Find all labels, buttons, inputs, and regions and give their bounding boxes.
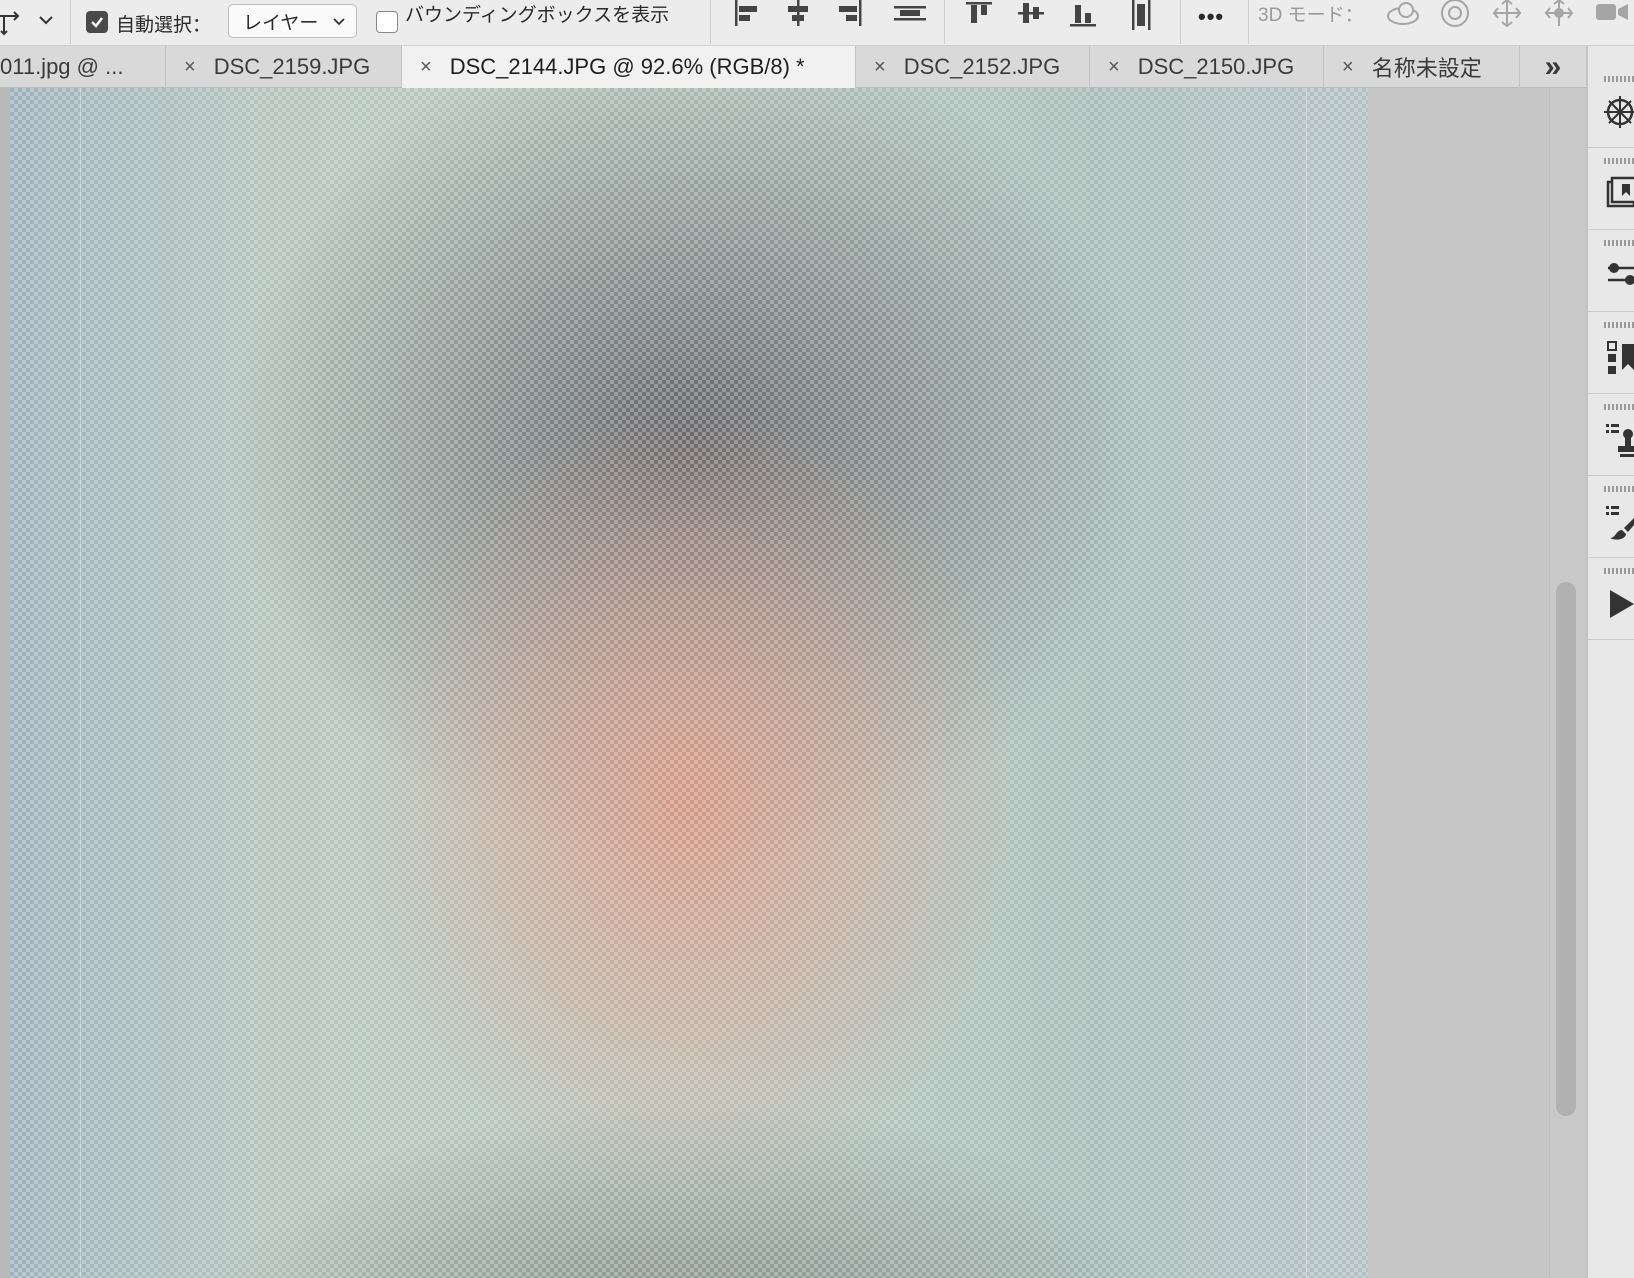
vertical-scrollbar-thumb[interactable]	[1556, 582, 1576, 1116]
close-icon[interactable]: ×	[1342, 56, 1354, 79]
divider	[1180, 0, 1181, 44]
3d-slide-icon[interactable]	[1542, 0, 1576, 34]
distribute-horizontal-icon[interactable]	[1128, 0, 1156, 36]
align-left-icon[interactable]	[732, 0, 760, 34]
move-tool-icon[interactable]	[0, 6, 22, 38]
align-bottom-icon[interactable]	[1070, 0, 1098, 34]
close-icon[interactable]: ×	[420, 56, 432, 79]
layer-select-value: レイヤー	[243, 12, 319, 34]
divider	[944, 0, 945, 44]
document-tab-bar: 011.jpg @ ... × DSC_2159.JPG × DSC_2144.…	[0, 46, 1634, 88]
more-options-button[interactable]: •••	[1198, 4, 1224, 30]
panel-grip-icon[interactable]	[1604, 404, 1634, 410]
close-icon[interactable]: ×	[1108, 56, 1120, 79]
close-icon[interactable]: ×	[184, 56, 196, 79]
canvas-left-edge	[0, 88, 10, 1278]
panel-group	[1588, 560, 1634, 640]
tab-label: 名称未設定	[1371, 56, 1482, 81]
3d-camera-icon[interactable]	[1594, 0, 1634, 34]
tab-document-5[interactable]: × DSC_2150.JPG	[1090, 46, 1324, 88]
tab-document-active[interactable]: × DSC_2144.JPG @ 92.6% (RGB/8) *	[402, 46, 856, 88]
panel-grip-icon[interactable]	[1604, 486, 1634, 492]
divider	[70, 0, 71, 44]
checkbox-checked-icon	[86, 11, 108, 33]
distribute-vertical-icon[interactable]	[894, 0, 926, 34]
canvas-workspace[interactable]	[0, 88, 1588, 1278]
panel-grip-icon[interactable]	[1604, 76, 1634, 82]
3d-roll-icon[interactable]	[1438, 0, 1472, 34]
auto-select-checkbox[interactable]	[86, 11, 108, 33]
panel-group	[1588, 232, 1634, 312]
align-vertical-center-icon[interactable]	[1018, 0, 1046, 34]
tab-document-6[interactable]: × 名称未設定	[1324, 46, 1520, 88]
close-icon[interactable]: ×	[874, 56, 886, 79]
panel-grip-icon[interactable]	[1604, 568, 1634, 574]
3d-orbit-icon[interactable]	[1384, 0, 1422, 34]
panel-group	[1588, 314, 1634, 394]
auto-select-label: 自動選択：	[116, 15, 212, 36]
tab-document-1[interactable]: 011.jpg @ ...	[0, 46, 166, 88]
tab-document-2[interactable]: × DSC_2159.JPG	[166, 46, 402, 88]
tab-label: DSC_2152.JPG	[903, 54, 1061, 79]
layer-select[interactable]: レイヤー	[228, 4, 358, 38]
3d-mode-label: 3D モード：	[1258, 5, 1364, 26]
tab-label: DSC_2159.JPG	[213, 54, 371, 79]
properties-icon[interactable]	[1594, 340, 1634, 385]
brush-presets-icon[interactable]	[1594, 504, 1634, 549]
panel-group	[1588, 396, 1634, 476]
adjustments-icon[interactable]	[1594, 258, 1634, 303]
panel-group	[1588, 478, 1634, 558]
3d-pan-icon[interactable]	[1490, 0, 1524, 34]
options-bar: 自動選択： レイヤー バウンディングボックスを表示 ••• 3D モード：	[0, 0, 1634, 46]
align-top-icon[interactable]	[966, 0, 994, 34]
panel-group	[1588, 68, 1634, 148]
bounding-box-label: バウンディングボックスを表示	[405, 5, 670, 26]
stamp-presets-icon[interactable]	[1594, 422, 1634, 467]
chevron-down-icon	[333, 18, 346, 26]
transparency-checkerboard	[10, 88, 1368, 1278]
align-horizontal-center-icon[interactable]	[784, 0, 812, 34]
panel-grip-icon[interactable]	[1604, 240, 1634, 246]
panel-grip-icon[interactable]	[1604, 158, 1634, 164]
tab-document-4[interactable]: × DSC_2152.JPG	[856, 46, 1090, 88]
divider	[1248, 0, 1249, 44]
bounding-box-checkbox[interactable]	[376, 11, 398, 33]
checkbox-unchecked-icon	[376, 11, 398, 33]
tab-label: DSC_2150.JPG	[1137, 54, 1295, 79]
compass-icon[interactable]	[1594, 94, 1634, 139]
document-image[interactable]	[10, 88, 1368, 1278]
panel-grip-icon[interactable]	[1604, 322, 1634, 328]
tab-label: 011.jpg @ ...	[0, 54, 124, 79]
tab-label: DSC_2144.JPG @ 92.6% (RGB/8) *	[449, 54, 805, 79]
image-edge-guide	[1306, 88, 1307, 1278]
play-actions-icon[interactable]	[1594, 586, 1634, 631]
navigator-icon[interactable]	[1594, 176, 1634, 221]
divider	[710, 0, 711, 44]
tab-overflow-button[interactable]: »	[1520, 46, 1586, 88]
tool-preset-chevron-icon[interactable]	[38, 12, 54, 28]
collapsed-panel-dock	[1586, 46, 1634, 1278]
panel-group	[1588, 150, 1634, 230]
image-edge-guide	[80, 88, 81, 1278]
align-right-icon[interactable]	[836, 0, 864, 34]
